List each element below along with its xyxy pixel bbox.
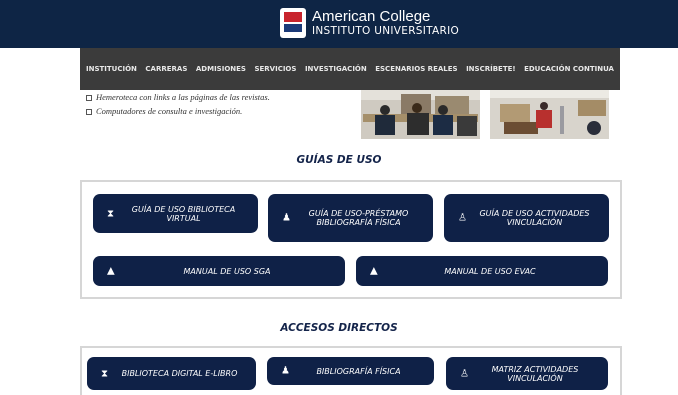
library-features-list: Hemeroteca con links a las páginas de la… [86, 90, 270, 118]
college-subtitle: INSTITUTO UNIVERSITARIO [312, 25, 460, 38]
list-item: Computadores de consulta e investigación… [86, 104, 270, 118]
checkbox-bullet-icon [86, 109, 92, 116]
matriz-actividades-vinculacion-button[interactable]: ♙ MATRIZ ACTIVIDADES VINCULACIÓN [446, 357, 608, 390]
site-header: American College INSTITUTO UNIVERSITARIO [0, 0, 678, 48]
bibliografia-fisica-button[interactable]: ♟ BIBLIOGRAFÍA FÍSICA [267, 357, 434, 385]
nav-item-servicios[interactable]: SERVICIOS [254, 65, 296, 73]
users-icon: ♟ [281, 365, 290, 377]
graduation-cap-icon: ▲ [107, 265, 115, 277]
checkbox-bullet-icon [86, 95, 92, 102]
nav-item-investigacion[interactable]: INVESTIGACIÓN [305, 65, 367, 73]
graduation-cap-icon: ▲ [370, 265, 378, 277]
users-icon: ♟ [282, 212, 291, 224]
nav-item-educacion-continua[interactable]: EDUCACIÓN CONTINUA [524, 65, 614, 73]
user-network-icon: ♙ [458, 212, 467, 224]
biblioteca-digital-elibro-button[interactable]: ⧗ BIBLIOTECA DIGITAL E-LIBRO [87, 357, 256, 390]
manual-uso-evac-button[interactable]: ▲ MANUAL DE USO EVAC [356, 256, 608, 286]
guia-biblioteca-virtual-button[interactable]: ⧗ GUÍA DE USO BIBLIOTECA VIRTUAL [93, 194, 258, 233]
college-logo[interactable]: American College INSTITUTO UNIVERSITARIO [280, 8, 459, 38]
nav-item-escenarios-reales[interactable]: ESCENARIOS REALES [375, 65, 457, 73]
guides-panel: ⧗ GUÍA DE USO BIBLIOTECA VIRTUAL ♟ GUÍA … [80, 180, 622, 299]
access-heading: ACCESOS DIRECTOS [280, 322, 398, 334]
list-item: Hemeroteca con links a las páginas de la… [86, 90, 270, 104]
library-photo [361, 90, 480, 139]
college-crest-icon [280, 8, 306, 38]
manual-uso-sga-button[interactable]: ▲ MANUAL DE USO SGA [93, 256, 345, 286]
library-photo [490, 90, 609, 139]
hourglass-icon: ⧗ [107, 208, 115, 219]
nav-item-inscribete[interactable]: INSCRÍBETE! [466, 65, 516, 73]
college-name: American College [312, 8, 431, 26]
main-nav: INSTITUCIÓN CARRERAS ADMISIONES SERVICIO… [80, 48, 620, 90]
guia-actividades-vinculacion-button[interactable]: ♙ GUÍA DE USO ACTIVIDADES VINCULACIÓN [444, 194, 609, 242]
nav-item-admisiones[interactable]: ADMISIONES [196, 65, 246, 73]
nav-item-institucion[interactable]: INSTITUCIÓN [86, 65, 137, 73]
access-panel: ⧗ BIBLIOTECA DIGITAL E-LIBRO ♟ BIBLIOGRA… [80, 346, 622, 395]
hourglass-icon: ⧗ [101, 368, 109, 379]
guia-prestamo-bibliografia-fisica-button[interactable]: ♟ GUÍA DE USO-PRÉSTAMO BIBLIOGRAFÍA FÍSI… [268, 194, 433, 242]
nav-item-carreras[interactable]: CARRERAS [145, 65, 187, 73]
guides-heading: GUÍAS DE USO [296, 154, 382, 166]
user-network-icon: ♙ [460, 368, 469, 379]
